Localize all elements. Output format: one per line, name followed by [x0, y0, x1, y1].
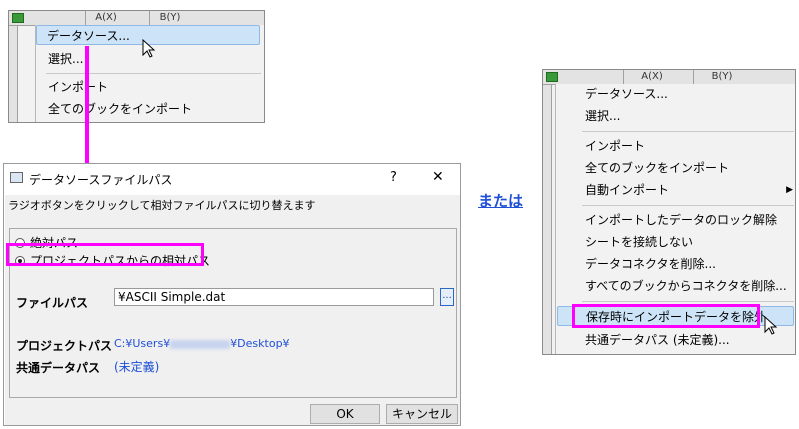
project-path-prefix: C:¥Users¥	[114, 337, 171, 350]
menu-item-label: 自動インポート	[585, 183, 670, 197]
dialog-app-icon	[10, 172, 23, 183]
mouse-cursor-icon	[142, 39, 156, 58]
column-header-b[interactable]: B(Y)	[149, 11, 190, 25]
submenu-arrow-icon: ▶	[786, 185, 793, 195]
browse-button[interactable]: ...	[440, 288, 454, 306]
column-header-b[interactable]: B(Y)	[693, 70, 750, 84]
menu-item-remove-connectors-all-books[interactable]: すべてのブックからコネクタを削除...	[585, 276, 787, 296]
menu-item-auto-import[interactable]: 自動インポート ▶	[585, 180, 793, 200]
ok-button[interactable]: OK	[310, 404, 380, 424]
instruction-text: ラジオボタンをクリックして相対ファイルパスに切り替えます	[8, 199, 316, 212]
menu-item-data-source[interactable]: データソース...	[585, 84, 668, 104]
menu-separator	[582, 131, 794, 132]
menu-separator	[582, 205, 794, 206]
cancel-button[interactable]: キャンセル	[386, 404, 458, 424]
menu-item-label: インポート	[585, 139, 646, 153]
row-headers	[543, 85, 552, 354]
menu-item-label: 全てのブックをインポート	[48, 102, 193, 116]
column-header-a[interactable]: A(X)	[85, 11, 126, 25]
menu-item-unlock-imported-data[interactable]: インポートしたデータのロック解除	[585, 210, 777, 230]
workbook-icon	[12, 13, 24, 23]
menu-item-label: データコネクタを削除...	[585, 257, 716, 271]
column-header-a[interactable]: A(X)	[623, 70, 680, 84]
close-button[interactable]: ✕	[432, 169, 444, 185]
mouse-cursor-icon	[764, 316, 778, 335]
menu-separator	[582, 301, 794, 302]
dialog-body: ラジオボタンをクリックして相対ファイルパスに切り替えます 絶対パス プロジェクト…	[5, 195, 460, 425]
menu-item-label: 選択...	[585, 109, 621, 123]
menu-item-label: データソース...	[585, 87, 668, 101]
highlight-relative-path	[6, 243, 204, 266]
row-headers	[9, 26, 18, 122]
project-path-label: プロジェクトパス	[16, 339, 113, 353]
menu-item-label: すべてのブックからコネクタを削除...	[585, 279, 787, 293]
menu-item-select[interactable]: 選択...	[585, 106, 620, 126]
worksheet-header: A(X) B(Y)	[543, 70, 795, 85]
project-path-value[interactable]: C:¥Users¥ ¥Desktop¥	[114, 337, 290, 350]
file-path-value: ¥ASCII Simple.dat	[118, 290, 226, 304]
menu-item-remove-data-connector[interactable]: データコネクタを削除...	[585, 254, 716, 274]
file-path-input[interactable]: ¥ASCII Simple.dat	[114, 288, 434, 306]
menu-item-label: シートを接続しない	[585, 235, 694, 249]
shared-data-path-label: 共通データパス	[16, 361, 101, 375]
or-label: または	[478, 192, 524, 210]
help-button[interactable]: ?	[390, 170, 397, 185]
menu-item-import[interactable]: インポート	[585, 136, 645, 156]
context-menu-top-left: A(X) B(Y) データソース... 選択... インポート 全てのブックをイ…	[8, 10, 265, 123]
file-path-label: ファイルパス	[16, 296, 89, 310]
menu-item-label: インポートしたデータのロック解除	[585, 213, 778, 227]
redacted-username	[170, 339, 231, 349]
menu-item-import-all-books[interactable]: 全てのブックをインポート	[585, 158, 729, 178]
worksheet-header: A(X) B(Y)	[9, 11, 264, 26]
dialog-title: データソースファイルパス	[29, 173, 173, 187]
menu-item-label: 共通データパス (未定義)...	[585, 333, 730, 347]
shared-data-path-value[interactable]: (未定義)	[114, 358, 159, 375]
project-path-suffix: ¥Desktop¥	[230, 337, 290, 350]
menu-item-disconnect-sheet[interactable]: シートを接続しない	[585, 232, 693, 252]
data-source-file-path-dialog: データソースファイルパス ? ✕ ラジオボタンをクリックして相対ファイルパスに切…	[3, 163, 461, 426]
menu-item-import-all-books[interactable]: 全てのブックをインポート	[48, 99, 192, 119]
menu-item-shared-data-path[interactable]: 共通データパス (未定義)...	[585, 330, 730, 350]
workbook-icon	[546, 72, 558, 82]
highlight-exclude-on-save	[572, 304, 760, 328]
menu-item-label: 全てのブックをインポート	[585, 161, 730, 175]
